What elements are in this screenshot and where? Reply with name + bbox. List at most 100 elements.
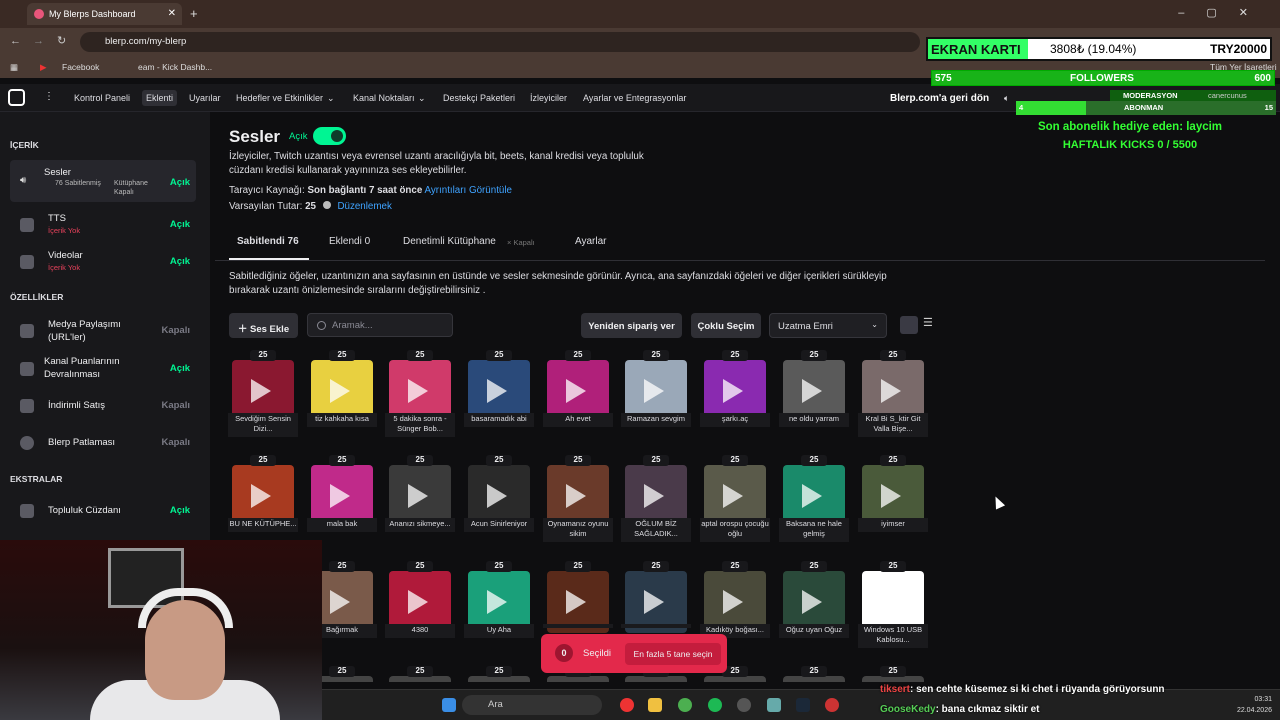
sound-card[interactable]: 25 Oğuz uyan Oğuz [779,561,849,649]
play-icon[interactable] [802,484,822,508]
youtube-icon[interactable]: ▶ [40,62,47,73]
play-icon[interactable] [723,379,743,403]
play-icon[interactable] [802,590,822,614]
sound-card[interactable]: 25 mala bak [307,455,377,543]
sound-card[interactable]: 25 basaramadık abi [464,350,534,438]
sound-card[interactable]: 25 5 dakika sonra - Sünger Bob... [385,350,455,438]
chrome-icon[interactable] [678,698,692,712]
spotify-icon[interactable] [708,698,722,712]
tab-sabitlendi[interactable]: Sabitlendi 76 [237,236,299,247]
tab-eklendi[interactable]: Eklendi 0 [329,236,370,247]
sound-card[interactable]: 25 Ah evet [543,350,613,438]
sound-card[interactable]: 25 BU NE KÜTÜPHE... [228,455,298,543]
play-icon[interactable] [802,379,822,403]
edit-link[interactable]: Düzenlemek [337,201,391,212]
add-sound-button[interactable]: ＋ Ses Ekle [229,313,298,338]
sound-card[interactable]: 25 Kral Bi S_ktir Git Valla Bişe... [858,350,928,438]
sound-card[interactable]: 25 4380 [385,561,455,649]
app-icon[interactable] [825,698,839,712]
play-icon[interactable] [251,379,271,403]
tab-ayarlar[interactable]: Ayarlar [575,236,607,247]
sound-card[interactable]: 25 Windows 10 USB Kablosu... [858,561,928,649]
play-icon[interactable] [644,590,664,614]
sidebar-item-indirimli[interactable]: İndirimli Satış Kapalı [10,395,196,417]
select-max-button[interactable]: En fazla 5 tane seçin [625,643,721,665]
play-icon[interactable] [330,484,350,508]
sort-select[interactable]: Uzatma Emri ⌄ [769,313,887,338]
play-icon[interactable] [881,379,901,403]
sound-card[interactable]: 25 şarkı.aç [700,350,770,438]
nav-izleyiciler[interactable]: İzleyiciler [530,93,567,103]
nav-destekci[interactable]: Destekçi Paketleri [443,93,515,103]
play-icon[interactable] [723,484,743,508]
play-icon[interactable] [330,590,350,614]
play-icon[interactable] [487,590,507,614]
play-icon[interactable] [408,379,428,403]
play-icon[interactable] [566,379,586,403]
nav-ayarlar[interactable]: Ayarlar ve Entegrasyonlar [583,93,686,103]
windows-start-icon[interactable] [442,698,456,712]
apps-icon[interactable]: ▦ [10,62,18,73]
play-icon[interactable] [644,484,664,508]
play-icon[interactable] [330,379,350,403]
window-controls[interactable]: –▢✕ [1178,6,1270,19]
sound-card[interactable]: 25 tiz kahkaha kısa [307,350,377,438]
steam-icon[interactable] [796,698,810,712]
sidebar-item-cuzdan[interactable]: Topluluk Cüzdanı Açık [10,500,196,522]
forward-icon[interactable]: → [33,35,44,47]
sound-card[interactable]: 25 iyimser [858,455,928,543]
sidebar-item-sesler[interactable]: 🔊︎ Sesler 76 Sabitlenmiş Kütüphane Kapal… [10,160,196,202]
sound-card[interactable]: 25 Baksana ne hale gelmiş [779,455,849,543]
nav-eklenti[interactable]: Eklenti [142,90,178,106]
back-icon[interactable]: ← [10,35,21,47]
list-view-icon[interactable]: ☰ [923,316,941,334]
new-tab-icon[interactable]: + [190,6,198,21]
play-icon[interactable] [723,590,743,614]
sound-card[interactable]: 25 aptal orospu çocuğu oğlu [700,455,770,543]
tab-kutuphane[interactable]: Denetimli Kütüphane [403,236,496,247]
play-icon[interactable] [487,379,507,403]
sound-card[interactable]: 25 [389,666,451,682]
sound-card[interactable]: 25 OĞLUM BİZ SAĞLADIK... [621,455,691,543]
play-icon[interactable] [251,484,271,508]
sidebar-item-kanal-puanlari[interactable]: Kanal Puanlarının Devralınması Açık [10,352,196,386]
sound-card[interactable]: 25 [468,666,530,682]
sound-card[interactable]: 25 Acun Sinirleniyor [464,455,534,543]
back-to-blerp-link[interactable]: Blerp.com'a geri dön [890,93,989,104]
sound-card[interactable]: 25 Oynamanız oyunu sikim [543,455,613,543]
play-icon[interactable] [881,484,901,508]
reload-icon[interactable]: ↻ [57,34,66,47]
obs-icon[interactable] [737,698,751,712]
sound-card[interactable]: 25 Sevdiğim Sensin Dizi... [228,350,298,438]
sound-card[interactable]: 25 ne oldu yarram [779,350,849,438]
play-icon[interactable] [566,590,586,614]
play-icon[interactable] [408,484,428,508]
play-icon[interactable] [644,379,664,403]
blerp-logo-icon[interactable] [8,89,25,106]
app-icon[interactable] [620,698,634,712]
bookmark-facebook[interactable]: Facebook [62,62,99,72]
play-icon[interactable] [566,484,586,508]
sidebar-item-videolar[interactable]: Videolar İçerik Yok Açık [10,245,196,279]
play-icon[interactable] [487,484,507,508]
view-details-link[interactable]: Ayrıntıları Görüntüle [425,185,513,196]
url-input[interactable]: blerp.com/my-blerp [80,32,920,52]
sounds-toggle[interactable] [313,127,346,145]
nav-kanal-noktalari[interactable]: Kanal Noktaları [353,93,415,103]
nav-kontrol-paneli[interactable]: Kontrol Paneli [74,93,130,103]
multi-select-button[interactable]: Çoklu Seçim [691,313,761,338]
play-icon[interactable] [881,590,901,614]
nav-uyarilar[interactable]: Uyarılar [189,93,221,103]
play-icon[interactable] [408,590,428,614]
nav-hedefler[interactable]: Hedefler ve Etkinlikler [236,93,323,103]
reorder-button[interactable]: Yeniden sipariş ver [581,313,682,338]
volume-icon[interactable]: 🔈︎ [1004,93,1009,104]
sound-card[interactable]: 25 [783,666,845,682]
sound-card[interactable]: 25 [862,666,924,682]
sound-card[interactable]: 25 Uy Aha [464,561,534,649]
bookmark-kick[interactable]: eam - Kick Dashb... [138,62,212,72]
close-tab-icon[interactable]: ✕ [168,8,176,19]
folder-icon[interactable] [648,698,662,712]
taskbar-search[interactable]: Ara [462,695,602,715]
more-icon[interactable]: ⋮ [44,91,54,102]
